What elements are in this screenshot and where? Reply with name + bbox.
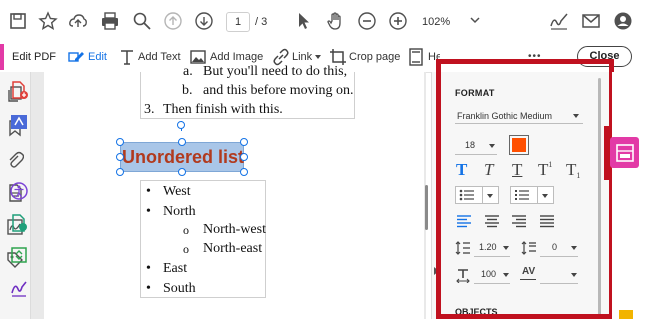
page-number-input[interactable]: 1 — [226, 12, 250, 32]
list-marker: b. — [182, 83, 193, 98]
list-item: Then finish with this. — [163, 102, 283, 117]
link-button[interactable]: Link — [292, 50, 312, 64]
resize-handle[interactable] — [178, 138, 186, 146]
more-tools-icon[interactable] — [619, 310, 633, 319]
print-icon[interactable] — [100, 11, 120, 31]
fill-sign-icon[interactable] — [9, 278, 29, 298]
sign-icon[interactable] — [549, 11, 569, 31]
crop-page-button[interactable]: Crop page — [349, 50, 400, 64]
protect-icon[interactable] — [9, 213, 29, 233]
zoom-search-icon[interactable] — [132, 11, 152, 31]
add-text-icon[interactable] — [118, 48, 136, 66]
zoom-in-icon[interactable] — [388, 11, 408, 31]
mail-icon[interactable] — [581, 11, 601, 31]
right-tools-rail — [612, 72, 650, 319]
header-footer-icon[interactable] — [407, 48, 425, 66]
resize-handle[interactable] — [116, 168, 124, 176]
bullet-dot: • — [146, 261, 151, 276]
list-item: North-west — [203, 222, 266, 237]
edit-pdf-tool-icon — [615, 143, 635, 163]
bullet-dot: • — [146, 184, 151, 199]
resize-handle[interactable] — [240, 138, 248, 146]
resize-handle[interactable] — [240, 153, 248, 161]
edit-pdf-title: Edit PDF — [12, 51, 57, 63]
list-item: and this before moving on. — [203, 83, 354, 98]
hand-tool-icon[interactable] — [326, 11, 346, 31]
share-user-icon[interactable] — [613, 11, 633, 31]
edit-pencil-icon[interactable] — [67, 48, 85, 66]
list-marker: a. — [183, 64, 193, 79]
bookmark-star-icon[interactable] — [38, 11, 58, 31]
list-item: South — [163, 281, 196, 296]
resize-handle[interactable] — [178, 168, 186, 176]
active-tool-marker — [0, 44, 4, 70]
list-item: North-east — [203, 241, 263, 256]
page-total: / 3 — [255, 16, 268, 28]
list-item: East — [163, 261, 188, 276]
bullet-dot: • — [146, 204, 151, 219]
link-dropdown-caret-icon[interactable] — [313, 52, 323, 62]
list-marker: 3. — [144, 102, 155, 117]
format-panel-highlight — [436, 59, 614, 319]
list-item: West — [163, 184, 191, 199]
sub-bullet-circle: o — [183, 223, 189, 237]
unordered-list-textbox[interactable] — [140, 180, 266, 298]
next-page-icon[interactable] — [194, 11, 214, 31]
resize-handle[interactable] — [240, 168, 248, 176]
select-cursor-icon[interactable] — [294, 11, 314, 31]
list-item: But you'll need to do this, — [203, 64, 348, 79]
resize-handle[interactable] — [116, 153, 124, 161]
previous-page-icon[interactable] — [163, 11, 183, 31]
add-text-button[interactable]: Add Text — [138, 50, 181, 64]
zoom-level[interactable]: 102% — [422, 12, 470, 30]
chevron-down-icon[interactable] — [468, 13, 482, 27]
export-pdf-icon[interactable] — [9, 80, 29, 100]
accessibility-icon[interactable] — [9, 181, 29, 201]
list-item: North — [163, 204, 196, 219]
bullet-dot: • — [146, 281, 151, 296]
resize-handle[interactable] — [116, 138, 124, 146]
edit-button[interactable]: Edit — [88, 50, 107, 64]
compress-icon[interactable] — [9, 245, 29, 265]
attachment-icon[interactable] — [6, 151, 24, 169]
zoom-out-icon[interactable] — [357, 11, 377, 31]
heading-unordered-list[interactable]: Unordered list — [122, 146, 244, 168]
cloud-upload-icon[interactable] — [68, 11, 88, 31]
add-image-button[interactable]: Add Image — [210, 50, 263, 64]
sub-bullet-circle: o — [183, 242, 189, 256]
rotate-handle[interactable] — [177, 121, 185, 129]
save-icon[interactable] — [8, 11, 28, 31]
vertical-scrollbar-thumb[interactable] — [425, 185, 428, 230]
create-pdf-icon[interactable] — [9, 112, 29, 132]
